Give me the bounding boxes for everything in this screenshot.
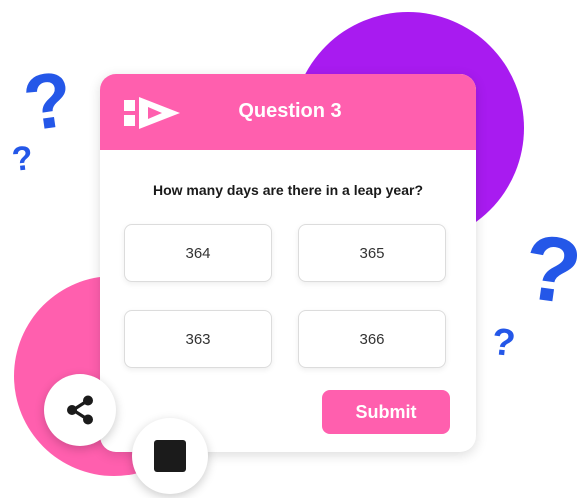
answer-option-364[interactable]: 364: [124, 224, 272, 282]
answer-option-label: 365: [359, 244, 385, 262]
quiz-header: Question 3: [100, 74, 476, 150]
stop-button[interactable]: [132, 418, 208, 494]
answer-option-label: 366: [359, 330, 385, 348]
question-mark-decoration: ?: [10, 139, 35, 179]
answer-option-363[interactable]: 363: [124, 310, 272, 368]
share-button[interactable]: [44, 374, 116, 446]
stop-icon: [154, 440, 186, 472]
question-mark-decoration: ?: [489, 320, 518, 366]
question-mark-decoration: ?: [18, 54, 78, 148]
question-mark-decoration: ?: [517, 215, 585, 325]
submit-button[interactable]: Submit: [322, 390, 450, 434]
question-title: Question 3: [238, 100, 342, 122]
share-icon: [67, 395, 93, 425]
answer-option-label: 364: [185, 244, 211, 262]
answer-option-label: 363: [185, 330, 211, 348]
question-text: How many days are there in a leap year?: [152, 182, 423, 198]
answer-option-366[interactable]: 366: [298, 310, 446, 368]
answer-option-365[interactable]: 365: [298, 224, 446, 282]
play-arrow-logo-icon: [124, 97, 180, 129]
quiz-card: Question 3 How many days are there in a …: [100, 74, 476, 452]
